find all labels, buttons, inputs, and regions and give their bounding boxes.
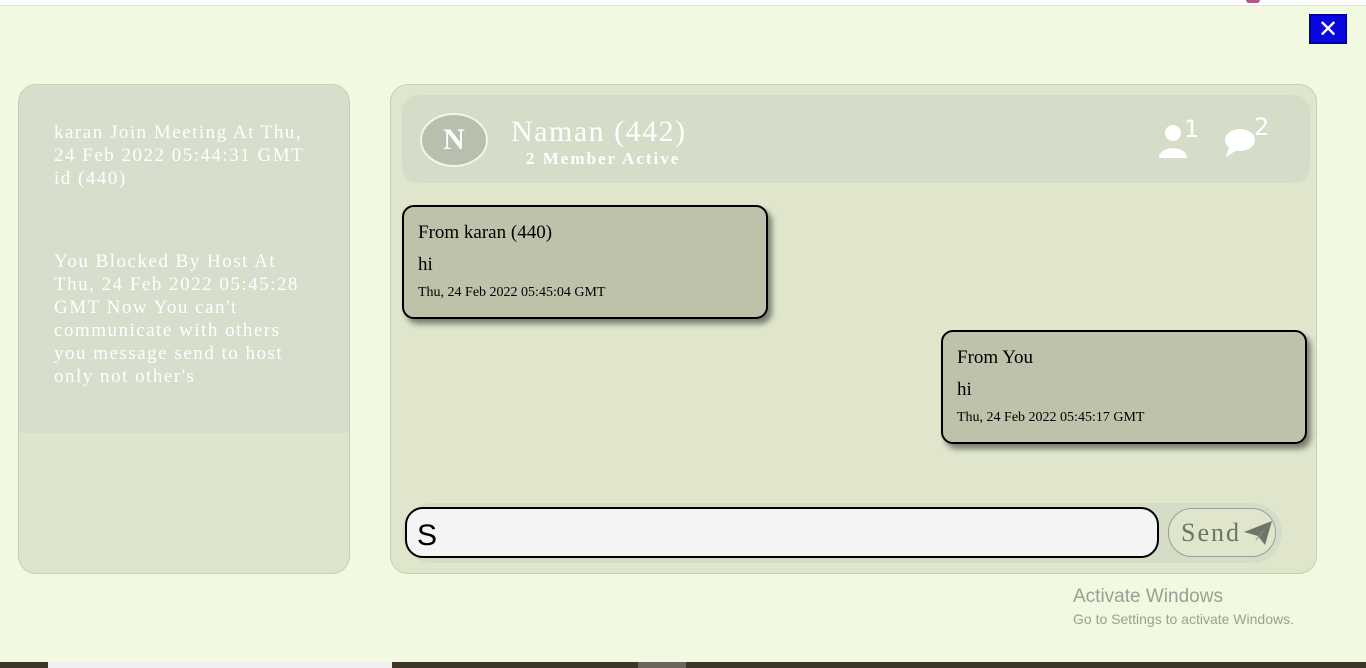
notifications-list: karan Join Meeting At Thu, 24 Feb 2022 0… [19,85,349,433]
chat-panel: N Naman (442) 2 Member Active 1 2 From k… [390,84,1317,574]
taskbar-segment [638,662,686,668]
chat-header: N Naman (442) 2 Member Active 1 2 [402,95,1310,183]
browser-top-strip [0,0,1366,6]
watermark-subtitle: Go to Settings to activate Windows. [1073,611,1294,627]
members-count: 1 [1184,115,1200,143]
message-timestamp: Thu, 24 Feb 2022 05:45:04 GMT [418,285,606,300]
chat-title: Naman (442) [511,115,687,148]
notification-item: karan Join Meeting At Thu, 24 Feb 2022 0… [54,122,304,189]
composer: Send [402,503,1282,563]
notifications-panel: karan Join Meeting At Thu, 24 Feb 2022 0… [18,84,350,574]
paper-plane-icon [1244,520,1272,545]
message-incoming: From karan (440) hi Thu, 24 Feb 2022 05:… [402,205,768,319]
message-timestamp: Thu, 24 Feb 2022 05:45:17 GMT [957,410,1145,425]
message-text: hi [418,254,433,275]
members-active-status: 2 Member Active [526,149,681,168]
top-strip-mark [1246,0,1260,3]
send-button[interactable]: Send [1168,508,1276,557]
chats-button[interactable]: 2 [1224,113,1274,161]
close-button[interactable]: ✕ [1309,14,1347,44]
chat-bubble-icon [1225,129,1255,157]
message-sender: From You [957,347,1034,368]
message-sender: From karan (440) [418,222,553,243]
taskbar-strip [0,662,1366,668]
message-text: hi [957,379,972,400]
chats-count: 2 [1254,113,1270,141]
taskbar-segment [48,662,392,668]
notification-item: You Blocked By Host At Thu, 24 Feb 2022 … [54,251,299,387]
avatar: N [420,113,488,167]
close-icon: ✕ [1317,15,1339,43]
send-label: Send [1181,517,1241,547]
watermark-title: Activate Windows [1073,586,1223,607]
message-input[interactable] [405,507,1159,558]
windows-activation-watermark: Activate Windows Go to Settings to activ… [1073,586,1294,630]
members-button[interactable]: 1 [1158,115,1208,161]
message-outgoing: From You hi Thu, 24 Feb 2022 05:45:17 GM… [941,330,1307,444]
